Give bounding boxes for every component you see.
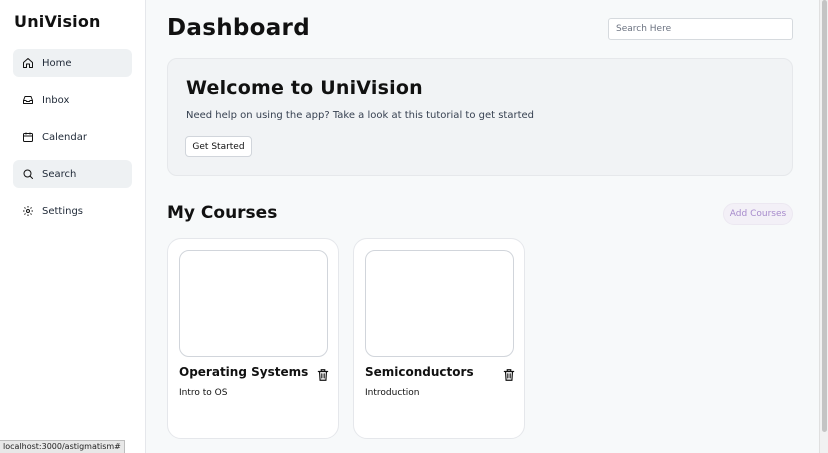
welcome-subtitle: Need help on using the app? Take a look … (186, 110, 535, 121)
welcome-title: Welcome to UniVision (186, 77, 423, 99)
scrollbar-thumb[interactable] (822, 0, 827, 432)
scrollbar[interactable] (819, 0, 828, 453)
course-thumbnail (365, 250, 514, 357)
course-card[interactable]: Semiconductors Introduction (353, 238, 525, 439)
sidebar-item-label: Calendar (42, 131, 87, 143)
inbox-icon (23, 96, 33, 104)
sidebar: UniVision Home Inbox Calendar Search Set… (0, 0, 146, 453)
trash-icon[interactable] (316, 368, 330, 382)
search-input[interactable] (608, 18, 793, 40)
get-started-button[interactable]: Get Started (185, 136, 252, 157)
page-title: Dashboard (167, 15, 310, 41)
search-icon (23, 169, 33, 179)
sidebar-item-calendar[interactable]: Calendar (13, 123, 132, 151)
sidebar-item-label: Settings (42, 205, 84, 217)
sidebar-item-label: Home (42, 57, 72, 69)
sidebar-item-inbox[interactable]: Inbox (13, 86, 132, 114)
welcome-banner: Welcome to UniVision Need help on using … (167, 58, 793, 176)
status-bar-url: localhost:3000/astigmatism# (0, 440, 125, 453)
add-courses-button[interactable]: Add Courses (723, 203, 793, 225)
section-title-courses: My Courses (167, 203, 278, 223)
trash-icon[interactable] (502, 368, 516, 382)
course-subtitle: Introduction (365, 388, 420, 398)
course-card[interactable]: Operating Systems Intro to OS (167, 238, 339, 439)
sidebar-item-settings[interactable]: Settings (13, 197, 132, 225)
course-name: Operating Systems (179, 365, 309, 379)
sidebar-item-label: Inbox (42, 94, 70, 106)
home-icon (23, 58, 33, 68)
sidebar-item-search[interactable]: Search (13, 160, 132, 188)
course-thumbnail (179, 250, 328, 357)
gear-icon (23, 206, 33, 216)
main-content: Dashboard Welcome to UniVision Need help… (147, 0, 819, 453)
sidebar-item-label: Search (42, 168, 77, 180)
sidebar-item-home[interactable]: Home (13, 49, 132, 77)
brand-title: UniVision (14, 12, 101, 31)
calendar-icon (23, 132, 33, 142)
course-name: Semiconductors (365, 365, 474, 379)
course-subtitle: Intro to OS (179, 388, 228, 398)
